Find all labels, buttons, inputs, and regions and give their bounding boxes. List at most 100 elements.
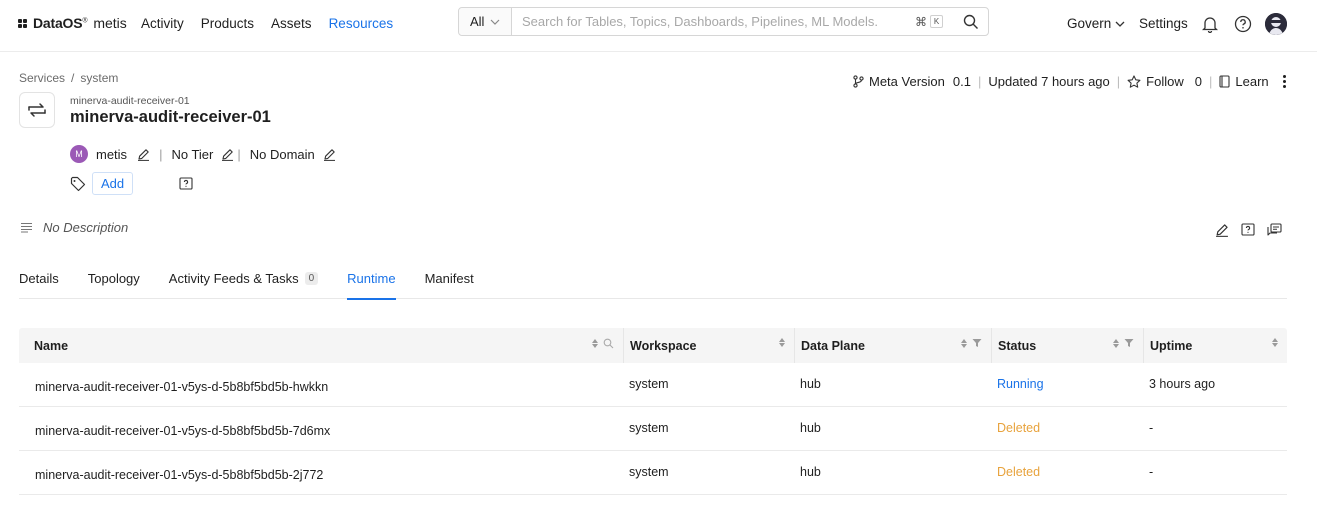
breadcrumb-services[interactable]: Services <box>19 71 65 85</box>
settings-link[interactable]: Settings <box>1139 16 1188 31</box>
table-row[interactable]: minerva-audit-receiver-01-v5ys-d-5b8bf5b… <box>19 407 1287 451</box>
column-search-icon[interactable] <box>603 338 614 349</box>
brand-name: DataOS® <box>33 15 88 31</box>
star-icon <box>1127 74 1141 88</box>
column-header-data-plane[interactable]: Data Plane <box>794 328 991 363</box>
help-icon[interactable] <box>1234 15 1252 33</box>
search-filter-value: All <box>470 14 485 29</box>
owner-avatar: M <box>70 145 88 163</box>
tab-manifest[interactable]: Manifest <box>425 263 474 299</box>
cell-workspace: system <box>629 377 669 391</box>
meta-version-value: 0.1 <box>952 74 971 89</box>
search-filter-select[interactable]: All <box>459 8 512 35</box>
tag-icon <box>70 176 86 191</box>
shortcut-cmd: ⌘ <box>915 14 927 29</box>
breadcrumb: Services / system <box>19 71 118 85</box>
question-icon[interactable] <box>179 176 193 191</box>
tab-details[interactable]: Details <box>19 263 59 299</box>
conversation-icon[interactable] <box>1267 223 1282 237</box>
runtime-table: Name Workspace Data Plane Status Uptime … <box>19 328 1287 495</box>
column-header-workspace[interactable]: Workspace <box>623 328 794 363</box>
sort-icon[interactable] <box>961 338 967 348</box>
tab-activity-feeds-label: Activity Feeds & Tasks <box>168 271 299 286</box>
sort-icon[interactable] <box>592 339 598 348</box>
filter-icon[interactable] <box>972 338 982 348</box>
follow-button[interactable]: Follow 0 <box>1127 74 1202 89</box>
cell-uptime: 3 hours ago <box>1149 377 1216 391</box>
description-actions <box>1215 223 1282 237</box>
cell-data-plane: hub <box>800 465 821 479</box>
entity-meta-row: Meta Version 0.1 | Updated 7 hours ago |… <box>853 74 1286 89</box>
cell-name: minerva-audit-receiver-01-v5ys-d-5b8bf5b… <box>35 380 329 394</box>
nav-activity[interactable]: Activity <box>141 16 184 31</box>
cell-data-plane: hub <box>800 377 821 391</box>
description-icon <box>21 222 32 233</box>
table-header: Name Workspace Data Plane Status Uptime <box>19 328 1287 363</box>
column-name-label: Name <box>34 338 69 353</box>
brand-logo[interactable]: DataOS® metis <box>18 15 127 31</box>
branch-icon <box>853 75 864 88</box>
table-row[interactable]: minerva-audit-receiver-01-v5ys-d-5b8bf5b… <box>19 451 1287 495</box>
column-status-label: Status <box>998 338 1037 353</box>
learn-label: Learn <box>1235 74 1269 89</box>
owner-separator: | <box>159 146 163 162</box>
domain-label: No Domain <box>249 146 315 162</box>
cell-status: Running <box>997 377 1044 391</box>
column-header-status[interactable]: Status <box>991 328 1143 363</box>
cell-status: Deleted <box>997 421 1041 435</box>
nav-resources[interactable]: Resources <box>329 16 394 31</box>
search-icon[interactable] <box>963 14 979 30</box>
cell-name: minerva-audit-receiver-01-v5ys-d-5b8bf5b… <box>35 424 331 438</box>
breadcrumb-system[interactable]: system <box>80 71 118 85</box>
nav-assets[interactable]: Assets <box>271 16 312 31</box>
top-navbar: DataOS® metis Activity Products Assets R… <box>0 0 1317 52</box>
nav-links: Activity Products Assets Resources <box>141 16 410 31</box>
column-workspace-label: Workspace <box>630 338 697 353</box>
tab-runtime-label: Runtime <box>347 271 396 286</box>
owner-name[interactable]: metis <box>96 147 127 162</box>
request-description-question-icon[interactable] <box>1241 223 1255 237</box>
govern-menu[interactable]: Govern <box>1067 16 1125 31</box>
cell-name: minerva-audit-receiver-01-v5ys-d-5b8bf5b… <box>35 468 324 482</box>
tab-runtime[interactable]: Runtime <box>347 263 397 300</box>
user-avatar[interactable] <box>1265 13 1287 35</box>
filter-icon[interactable] <box>1124 338 1134 348</box>
global-search: All ⌘ K <box>458 7 989 36</box>
edit-owner-pencil-icon[interactable] <box>137 148 150 161</box>
tab-manifest-label: Manifest <box>424 271 474 286</box>
tab-topology[interactable]: Topology <box>88 263 140 299</box>
column-header-name[interactable]: Name <box>19 328 623 363</box>
column-uptime-label: Uptime <box>1150 338 1193 353</box>
tab-activity-feeds[interactable]: Activity Feeds & Tasks 0 <box>168 263 319 299</box>
column-data-plane-label: Data Plane <box>801 338 865 353</box>
description-text: No Description <box>43 220 129 235</box>
cell-uptime: - <box>1149 421 1154 435</box>
edit-domain-pencil-icon[interactable] <box>323 148 336 161</box>
cell-status: Deleted <box>997 465 1041 479</box>
tier-separator: | <box>237 146 241 162</box>
logo-mark-icon <box>18 18 27 28</box>
edit-description-pencil-icon[interactable] <box>1215 223 1229 237</box>
edit-tier-pencil-icon[interactable] <box>221 148 234 161</box>
description-row: No Description <box>20 220 128 235</box>
search-input[interactable] <box>522 14 912 29</box>
column-header-uptime[interactable]: Uptime <box>1143 328 1287 363</box>
meta-version[interactable]: Meta Version 0.1 <box>853 74 971 89</box>
book-icon <box>1219 75 1230 88</box>
sort-icon[interactable] <box>1272 338 1278 347</box>
cell-data-plane: hub <box>800 421 821 435</box>
brand-sub: metis <box>93 15 127 31</box>
sort-icon[interactable] <box>779 338 785 347</box>
bell-icon[interactable] <box>1202 15 1218 33</box>
learn-button[interactable]: Learn <box>1219 74 1269 89</box>
table-row[interactable]: minerva-audit-receiver-01-v5ys-d-5b8bf5b… <box>19 363 1287 407</box>
add-tag-button[interactable]: Add <box>92 172 134 195</box>
cell-workspace: system <box>629 421 669 435</box>
nav-products[interactable]: Products <box>201 16 254 31</box>
sort-icon[interactable] <box>1113 338 1119 348</box>
service-type-icon-box <box>19 92 55 128</box>
meta-updated: Updated 7 hours ago <box>988 74 1110 89</box>
tab-activity-feeds-count: 0 <box>304 272 319 285</box>
kebab-icon[interactable] <box>1282 75 1286 88</box>
tags-row: Add <box>70 172 193 195</box>
